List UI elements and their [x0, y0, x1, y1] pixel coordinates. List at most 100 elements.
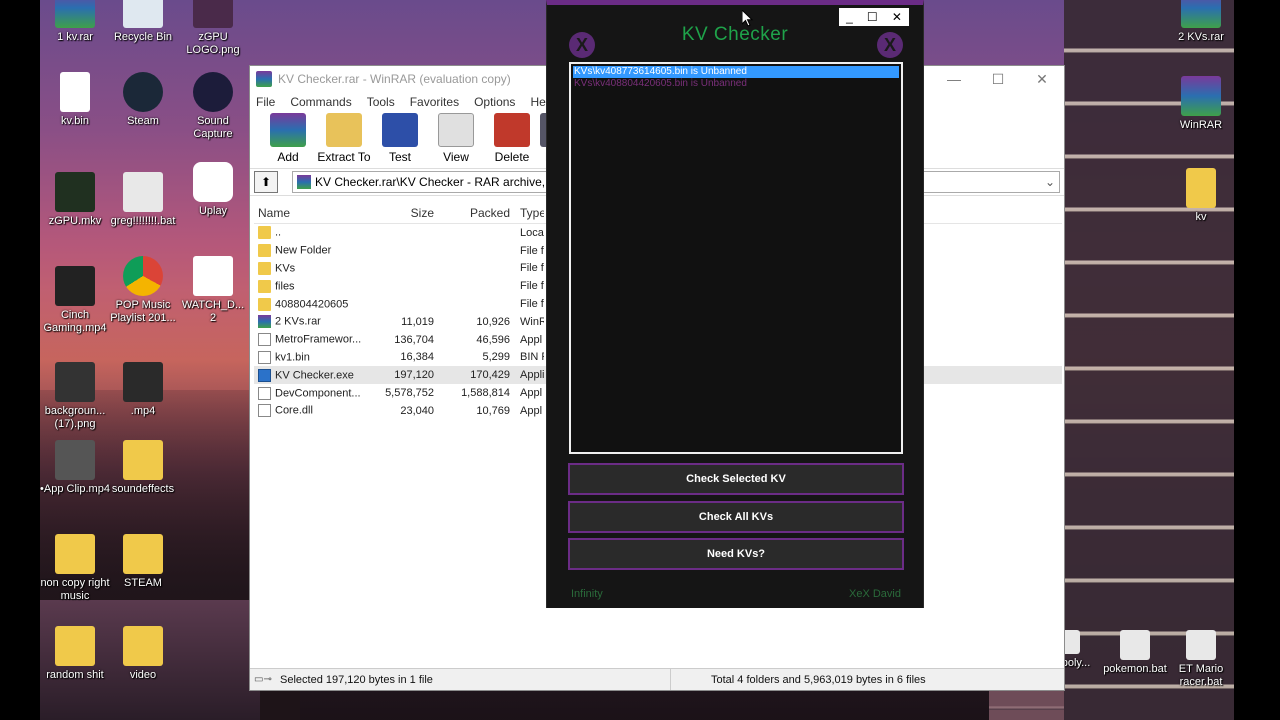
file-icon — [258, 333, 271, 347]
file-icon — [60, 72, 90, 112]
cell-packed: 170,429 — [470, 369, 510, 382]
cell-name: MetroFramewor... — [254, 333, 364, 347]
desktop-icon-pokemon-bat[interactable]: pokemon.bat — [1100, 630, 1170, 676]
kv-checker-window[interactable]: _ ☐ ✕ X KV Checker X KVs\kv408773614605.… — [546, 0, 924, 608]
kv-list-item[interactable]: KVs\kv408804420605.bin is Unbanned — [573, 78, 899, 90]
desktop-icon-1kv-rar[interactable]: 1 kv.rar — [40, 0, 110, 44]
maximize-icon[interactable]: ☐ — [867, 10, 878, 24]
winrar-title: KV Checker.rar - WinRAR (evaluation copy… — [278, 72, 511, 86]
minimize-icon[interactable]: _ — [846, 10, 853, 24]
kv-checker-title: KV Checker — [681, 24, 789, 45]
folder-icon — [123, 534, 163, 574]
delete-button[interactable]: Delete — [484, 113, 540, 164]
check-selected-kv-button[interactable]: Check Selected KV — [568, 463, 904, 495]
desktop-icon-sound-capture[interactable]: Sound Capture — [178, 72, 248, 141]
video-icon — [123, 362, 163, 402]
add-button[interactable]: Add — [260, 113, 316, 164]
close-icon[interactable]: ✕ — [1020, 71, 1064, 88]
desktop-icon-mp4[interactable]: .mp4 — [108, 362, 178, 418]
desktop-icon-uplay[interactable]: Uplay — [178, 162, 248, 218]
bat-icon — [1120, 630, 1150, 660]
desktop-icon-app-clip[interactable]: •App Clip.mp4 — [40, 440, 110, 496]
rar-icon — [55, 0, 95, 28]
desktop-icon-background-png[interactable]: backgroun... (17).png — [40, 362, 110, 431]
video-icon — [55, 266, 95, 306]
desktop-icon-pop-music[interactable]: POP Music Playlist 201... — [108, 256, 178, 325]
cell-type: Appl — [520, 387, 543, 400]
close-icon[interactable]: ✕ — [892, 10, 902, 24]
cell-name: KVs — [254, 261, 364, 275]
cell-type: BIN F — [520, 351, 544, 364]
column-type[interactable]: Type — [514, 206, 544, 220]
desktop-icon-greg-bat[interactable]: greg!!!!!!!!.bat — [108, 172, 178, 228]
desktop-icon-et-mario-bat[interactable]: ET Mario racer.bat — [1166, 630, 1234, 689]
cell-type: Local — [520, 226, 544, 239]
kv-result-list[interactable]: KVs\kv408773614605.bin is Unbanned KVs\k… — [569, 62, 903, 454]
file-icon — [258, 350, 271, 364]
cell-packed: 5,299 — [482, 351, 510, 364]
arrow-up-icon: ⬆ — [260, 175, 272, 189]
folder-icon — [258, 297, 271, 311]
desktop-icon-steam[interactable]: Steam — [108, 72, 178, 128]
desktop-icon-kv-folder[interactable]: kv — [1166, 168, 1234, 224]
cell-name: files — [254, 279, 364, 293]
cell-name: DevComponent... — [254, 386, 364, 400]
desktop-icon-2kvs-rar[interactable]: 2 KVs.rar — [1166, 0, 1234, 44]
cell-size: 197,120 — [394, 369, 434, 382]
menu-tools[interactable]: Tools — [367, 95, 395, 109]
column-size[interactable]: Size — [364, 206, 438, 220]
minimize-icon[interactable]: — — [932, 71, 976, 88]
watchdogs-icon — [193, 256, 233, 296]
kv-list-item[interactable]: KVs\kv408773614605.bin is Unbanned — [573, 66, 899, 78]
desktop-icon-steam-folder[interactable]: STEAM — [108, 534, 178, 590]
winrar-app-icon — [256, 71, 272, 87]
desktop-icon-video[interactable]: video — [108, 626, 178, 682]
desktop-icon-zgpu-mkv[interactable]: zGPU.mkv — [40, 172, 110, 228]
desktop-icon-zgpu-logo[interactable]: zGPU LOGO.png — [178, 0, 248, 57]
extract-icon — [326, 113, 362, 147]
cell-type: File fo — [520, 298, 544, 311]
cell-type: File fo — [520, 262, 544, 275]
desktop-icon-kv-bin[interactable]: kv.bin — [40, 72, 110, 128]
folder-icon — [123, 626, 163, 666]
delete-icon — [494, 113, 530, 147]
cell-packed: 10,926 — [476, 315, 510, 328]
menu-file[interactable]: File — [256, 95, 275, 109]
desktop-icon-non-copyright-music[interactable]: non copy right music — [40, 534, 110, 603]
column-name[interactable]: Name — [254, 206, 364, 220]
cell-name: KV Checker.exe — [254, 368, 364, 382]
maximize-icon[interactable]: ☐ — [976, 71, 1020, 88]
desktop-icon-winrar[interactable]: WinRAR — [1166, 76, 1234, 132]
menu-options[interactable]: Options — [474, 95, 515, 109]
menu-commands[interactable]: Commands — [290, 95, 351, 109]
check-all-kvs-button[interactable]: Check All KVs — [568, 501, 904, 533]
desktop-icon-cinch-gaming[interactable]: Cinch Gaming.mp4 — [40, 266, 110, 335]
cell-type: WinR — [520, 315, 544, 328]
extract-to-button[interactable]: Extract To — [316, 113, 372, 164]
view-icon — [438, 113, 474, 147]
cell-type: Appli — [520, 369, 544, 382]
chevron-down-icon[interactable]: ⌄ — [1045, 175, 1055, 189]
desktop-icon-soundeffects[interactable]: soundeffects — [108, 440, 178, 496]
desktop-icon-recycle-bin[interactable]: Recycle Bin — [108, 0, 178, 44]
file-icon — [258, 404, 271, 418]
winrar-status-bar: ▭⊸ Selected 197,120 bytes in 1 file Tota… — [250, 668, 1064, 690]
winrar-icon — [1181, 76, 1221, 116]
need-kvs-button[interactable]: Need KVs? — [568, 538, 904, 570]
cell-type: File fo — [520, 280, 544, 293]
cell-size: 23,040 — [400, 404, 434, 417]
menu-favorites[interactable]: Favorites — [410, 95, 459, 109]
folder-icon — [55, 626, 95, 666]
sound-capture-icon — [193, 72, 233, 112]
column-packed[interactable]: Packed — [438, 206, 514, 220]
desktop-icon-watch-dogs[interactable]: WATCH_D... 2 — [178, 256, 248, 325]
desktop-icon-random[interactable]: random shit — [40, 626, 110, 682]
up-folder-button[interactable]: ⬆ — [254, 171, 278, 193]
folder-icon — [55, 534, 95, 574]
cell-size: 5,578,752 — [385, 387, 434, 400]
view-button[interactable]: View — [428, 113, 484, 164]
test-button[interactable]: Test — [372, 113, 428, 164]
folder-icon — [258, 244, 271, 258]
rar-icon — [297, 175, 311, 189]
cell-name: kv1.bin — [254, 350, 364, 364]
